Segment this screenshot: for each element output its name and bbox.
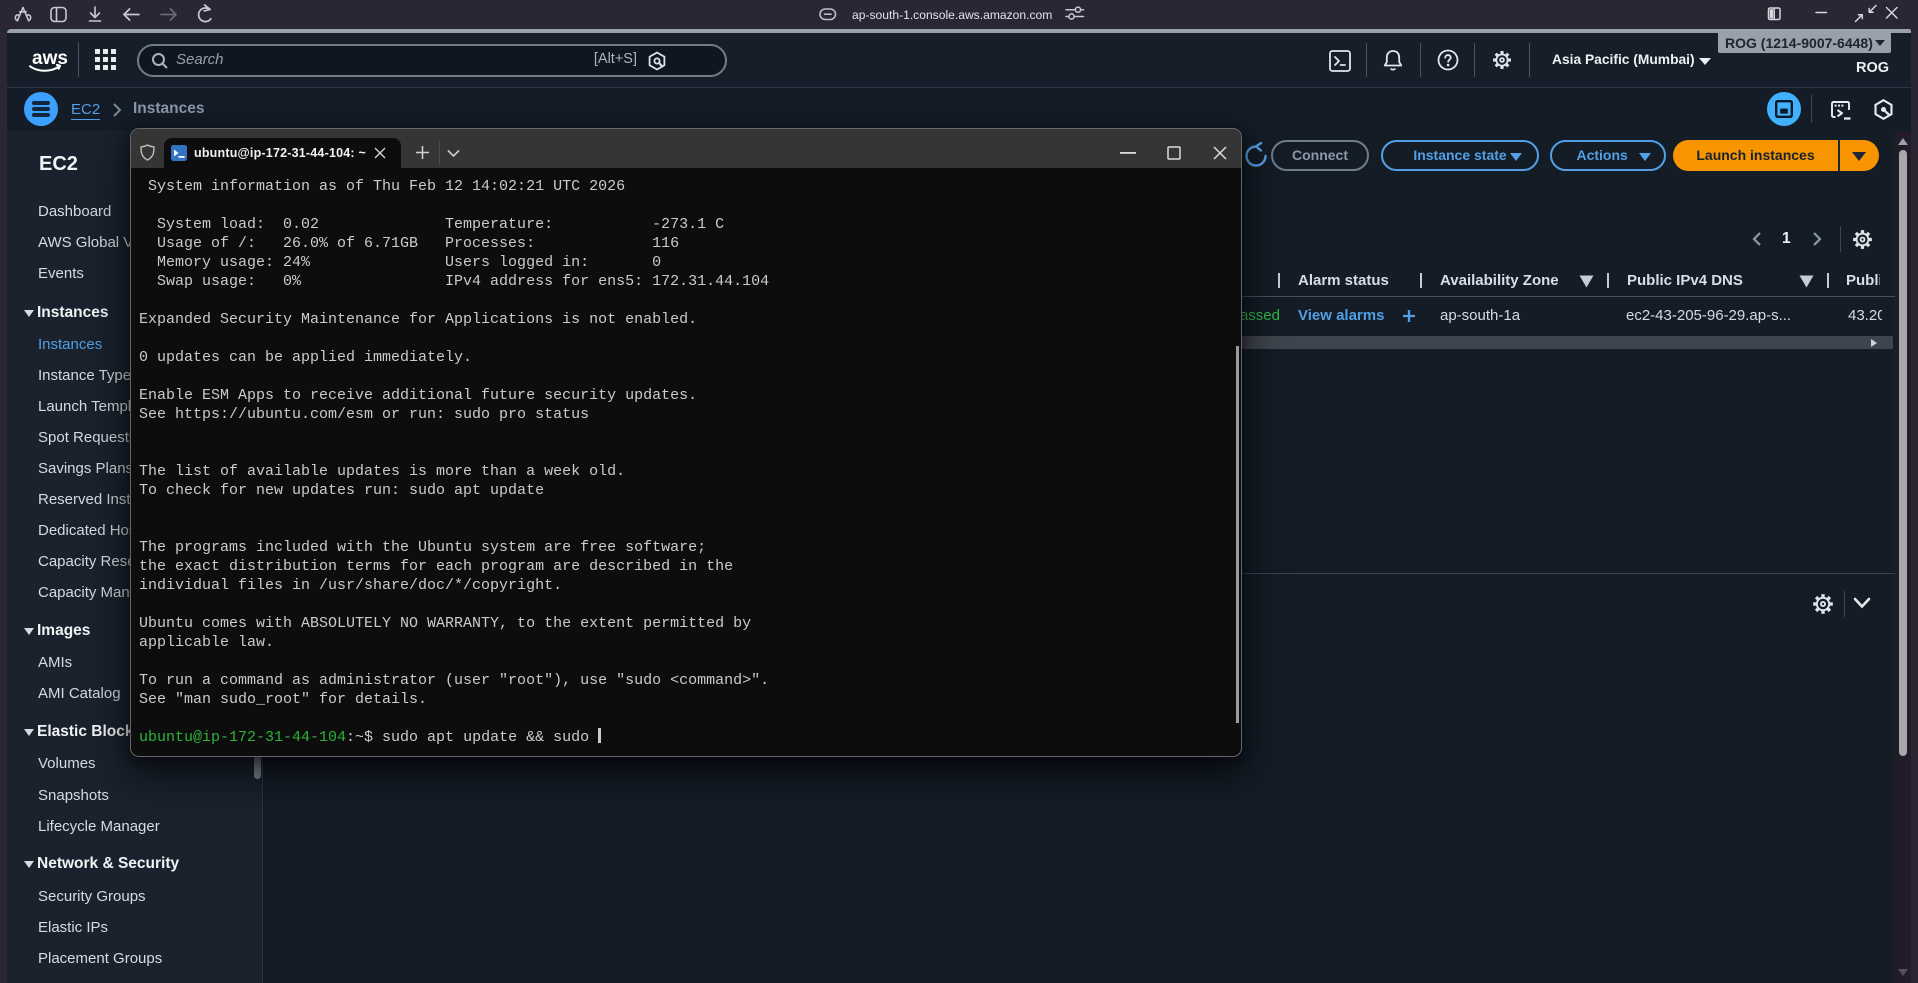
svg-text:aws: aws bbox=[32, 48, 68, 69]
svg-text:ap-south-1.console.aws.amazon.: ap-south-1.console.aws.amazon.com bbox=[852, 8, 1052, 22]
